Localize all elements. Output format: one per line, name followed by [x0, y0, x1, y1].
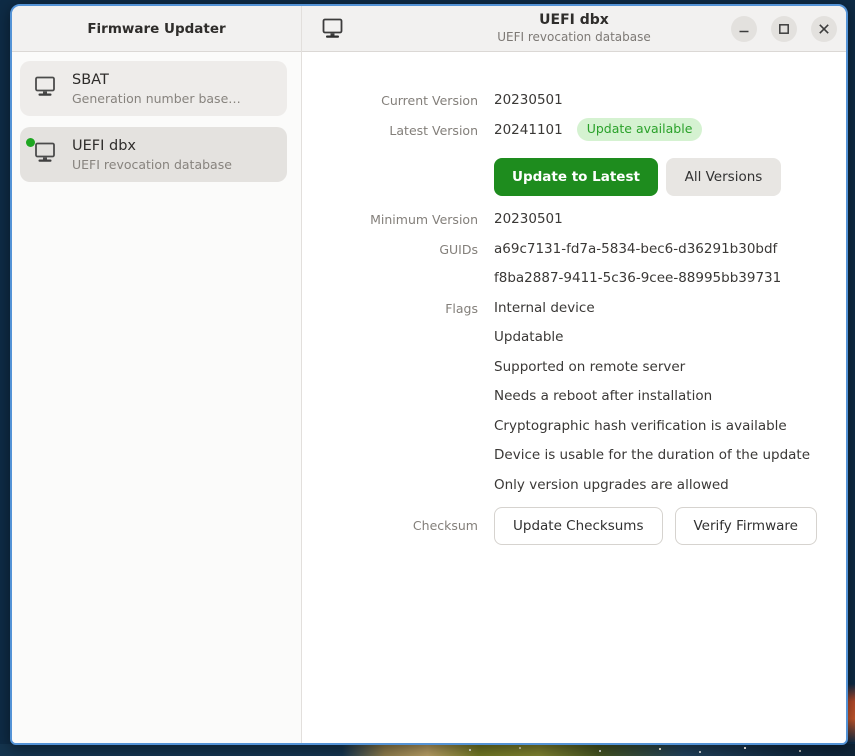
current-version-row: Current Version 20230501	[302, 86, 846, 116]
monitor-icon	[33, 142, 57, 167]
update-actions-row: Update to Latest All Versions	[302, 158, 846, 196]
maximize-icon	[778, 23, 790, 35]
window-controls	[731, 16, 837, 42]
device-subtitle: Generation number base…	[72, 91, 241, 106]
device-details-pane: Current Version 20230501 Latest Version …	[302, 52, 846, 743]
guids-values: a69c7131-fd7a-5834-bec6-d36291b30bdf f8b…	[494, 235, 781, 294]
flags-values: Internal device Updatable Supported on r…	[494, 294, 810, 501]
sidebar-titlebar: Firmware Updater	[12, 6, 301, 52]
flag-value: Supported on remote server	[494, 353, 810, 383]
minimize-button[interactable]	[731, 16, 757, 42]
device-list: SBAT Generation number base… UEFI dbx UE…	[12, 52, 301, 743]
guids-row: GUIDs a69c7131-fd7a-5834-bec6-d36291b30b…	[302, 235, 846, 294]
flags-label: Flags	[302, 294, 478, 324]
flag-value: Needs a reboot after installation	[494, 382, 810, 412]
latest-version-value: 20241101 Update available	[494, 116, 702, 146]
guid-value: a69c7131-fd7a-5834-bec6-d36291b30bdf	[494, 235, 781, 265]
checksum-label: Checksum	[302, 507, 478, 545]
minimum-version-value: 20230501	[494, 205, 563, 235]
flag-value: Internal device	[494, 294, 810, 324]
close-icon	[818, 23, 830, 35]
monitor-icon	[33, 76, 57, 101]
flag-value: Only version upgrades are allowed	[494, 471, 810, 501]
current-version-value: 20230501	[494, 86, 563, 116]
latest-version-number: 20241101	[494, 122, 563, 138]
sidebar-item-uefi-dbx[interactable]: UEFI dbx UEFI revocation database	[20, 127, 287, 182]
checksum-row: Checksum Update Checksums Verify Firmwar…	[302, 507, 846, 545]
flag-value: Cryptographic hash verification is avail…	[494, 412, 810, 442]
all-versions-button[interactable]: All Versions	[666, 158, 781, 196]
guid-value: f8ba2887-9411-5c36-9cee-88995bb39731	[494, 264, 781, 294]
update-checksums-button[interactable]: Update Checksums	[494, 507, 663, 545]
app-title: Firmware Updater	[87, 21, 225, 37]
device-subtitle: UEFI revocation database	[72, 157, 232, 172]
guids-label: GUIDs	[302, 235, 478, 265]
sidebar-item-sbat[interactable]: SBAT Generation number base…	[20, 61, 287, 116]
device-title: UEFI dbx	[72, 137, 232, 157]
update-available-dot	[26, 138, 35, 147]
flags-row: Flags Internal device Updatable Supporte…	[302, 294, 846, 501]
update-to-latest-button[interactable]: Update to Latest	[494, 158, 658, 196]
current-version-label: Current Version	[302, 86, 478, 116]
latest-version-label: Latest Version	[302, 116, 478, 146]
latest-version-row: Latest Version 20241101 Update available	[302, 116, 846, 146]
update-available-badge: Update available	[577, 118, 703, 142]
device-title: SBAT	[72, 71, 241, 91]
minimum-version-label: Minimum Version	[302, 205, 478, 235]
flag-value: Device is usable for the duration of the…	[494, 441, 810, 471]
flag-value: Updatable	[494, 323, 810, 353]
desktop-wallpaper-edge	[848, 684, 855, 742]
maximize-button[interactable]	[771, 16, 797, 42]
minimum-version-row: Minimum Version 20230501	[302, 205, 846, 235]
monitor-icon	[321, 18, 344, 43]
minimize-icon	[738, 23, 750, 35]
desktop-wallpaper	[0, 744, 855, 756]
close-button[interactable]	[811, 16, 837, 42]
firmware-updater-window: Firmware Updater UEFI dbx UEFI revocatio…	[10, 4, 848, 745]
verify-firmware-button[interactable]: Verify Firmware	[675, 507, 817, 545]
main-titlebar[interactable]: UEFI dbx UEFI revocation database	[302, 6, 846, 52]
